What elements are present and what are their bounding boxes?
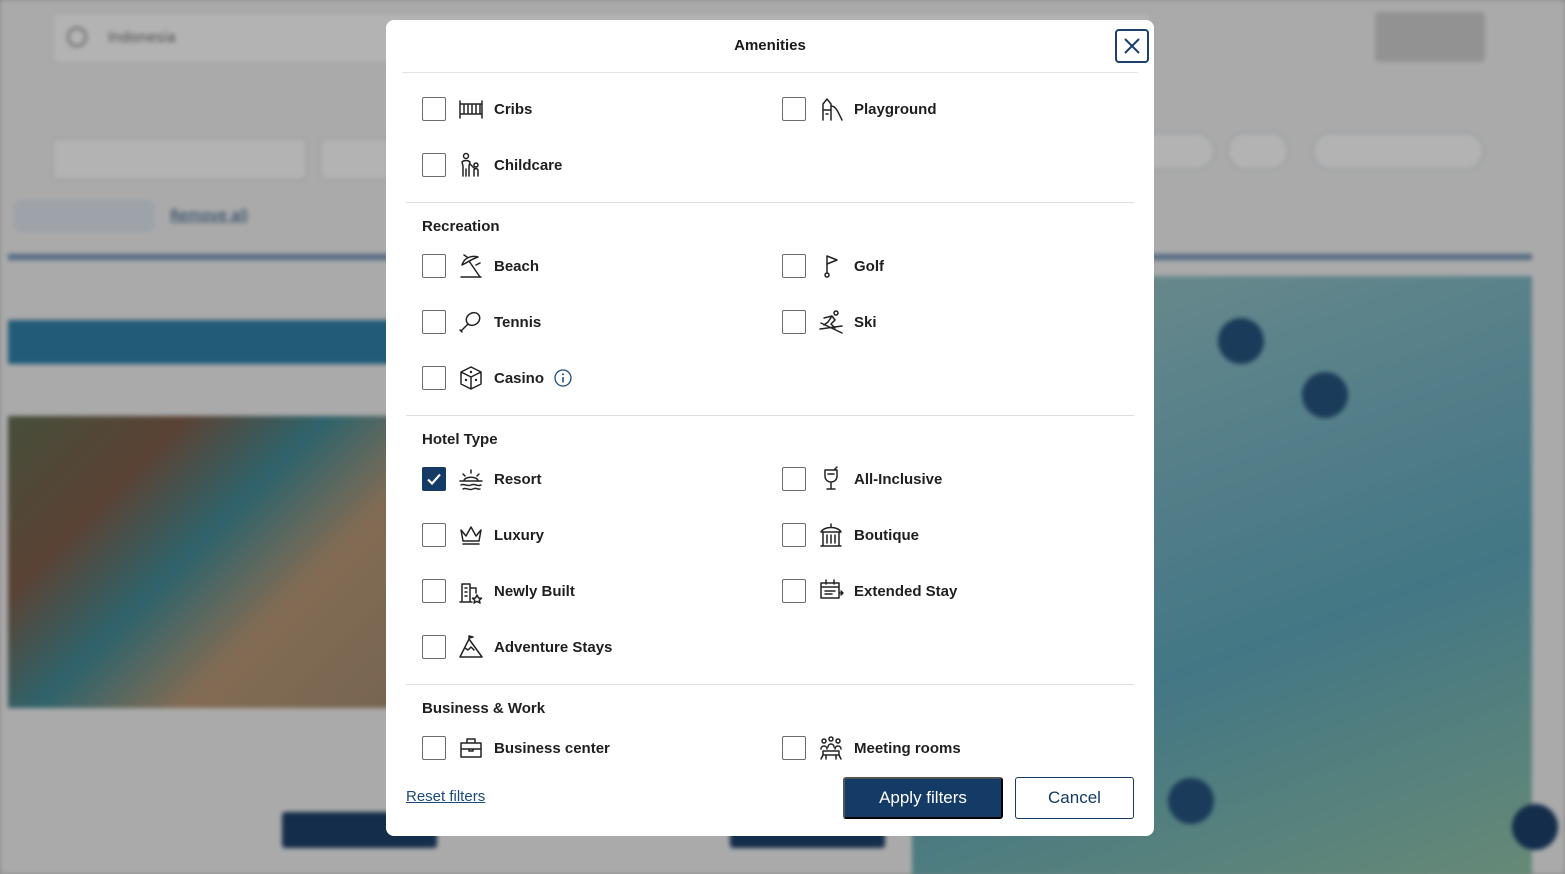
briefcase-icon xyxy=(457,734,485,762)
crown-icon xyxy=(457,521,485,549)
boutique-building-icon xyxy=(817,521,845,549)
section-divider xyxy=(406,684,1134,685)
amenity-boutique[interactable]: Boutique xyxy=(782,521,919,549)
apply-filters-button[interactable]: Apply filters xyxy=(843,777,1003,819)
amenity-label: Tennis xyxy=(494,313,542,331)
checkbox-beach[interactable] xyxy=(422,254,446,278)
amenity-label: Extended Stay xyxy=(854,582,958,600)
checkbox-adventure-stays[interactable] xyxy=(422,635,446,659)
meeting-people-icon xyxy=(817,734,845,762)
checkbox-meeting-rooms[interactable] xyxy=(782,736,806,760)
calendar-icon xyxy=(817,577,845,605)
playground-icon xyxy=(817,95,845,123)
amenities-dialog: Amenities Cribs Playground Childcare Rec… xyxy=(386,20,1154,836)
golf-flag-icon xyxy=(817,252,845,280)
amenity-label: Adventure Stays xyxy=(494,638,613,656)
dice-icon xyxy=(457,364,485,392)
amenity-beach[interactable]: Beach xyxy=(422,252,539,280)
amenity-resort[interactable]: Resort xyxy=(422,465,542,493)
info-icon[interactable] xyxy=(554,369,572,387)
amenity-meeting-rooms[interactable]: Meeting rooms xyxy=(782,734,961,762)
skier-icon xyxy=(817,308,845,336)
amenity-playground[interactable]: Playground xyxy=(782,95,937,123)
amenity-cribs[interactable]: Cribs xyxy=(422,95,532,123)
amenity-extended-stay[interactable]: Extended Stay xyxy=(782,577,957,605)
section-title-recreation: Recreation xyxy=(422,218,500,235)
section-title-hotel-type: Hotel Type xyxy=(422,431,498,448)
amenity-label: Casino xyxy=(494,369,545,387)
close-icon xyxy=(1124,38,1140,54)
amenity-label: Newly Built xyxy=(494,582,575,600)
amenity-label: Cribs xyxy=(494,100,533,118)
checkmark-icon xyxy=(427,473,441,486)
amenity-ski[interactable]: Ski xyxy=(782,308,877,336)
checkbox-all-inclusive[interactable] xyxy=(782,467,806,491)
checkbox-playground[interactable] xyxy=(782,97,806,121)
new-building-icon xyxy=(457,577,485,605)
amenities-list[interactable]: Cribs Playground Childcare Recreation Be… xyxy=(386,73,1154,763)
amenity-label: Luxury xyxy=(494,526,545,544)
crib-icon xyxy=(457,95,485,123)
amenity-label: All-Inclusive xyxy=(854,470,943,488)
checkbox-golf[interactable] xyxy=(782,254,806,278)
checkbox-tennis[interactable] xyxy=(422,310,446,334)
amenity-business-center[interactable]: Business center xyxy=(422,734,610,762)
close-button[interactable] xyxy=(1115,29,1149,63)
amenity-label: Golf xyxy=(854,257,884,275)
amenity-label: Resort xyxy=(494,470,542,488)
sunset-icon xyxy=(457,465,485,493)
checkbox-newly-built[interactable] xyxy=(422,579,446,603)
amenity-casino[interactable]: Casino xyxy=(422,364,572,392)
reset-filters-link[interactable]: Reset filters xyxy=(406,788,485,805)
checkbox-cribs[interactable] xyxy=(422,97,446,121)
amenity-luxury[interactable]: Luxury xyxy=(422,521,544,549)
checkbox-business-center[interactable] xyxy=(422,736,446,760)
checkbox-ski[interactable] xyxy=(782,310,806,334)
amenity-label: Meeting rooms xyxy=(854,739,961,757)
section-title-business: Business & Work xyxy=(422,700,546,717)
cancel-button[interactable]: Cancel xyxy=(1015,777,1134,819)
checkbox-casino[interactable] xyxy=(422,366,446,390)
amenity-golf[interactable]: Golf xyxy=(782,252,884,280)
checkbox-childcare[interactable] xyxy=(422,153,446,177)
amenity-label: Childcare xyxy=(494,156,563,174)
mountain-icon xyxy=(457,633,485,661)
amenity-label: Business center xyxy=(494,739,610,757)
checkbox-luxury[interactable] xyxy=(422,523,446,547)
amenity-all-inclusive[interactable]: All-Inclusive xyxy=(782,465,942,493)
section-divider xyxy=(406,415,1134,416)
tennis-racket-icon xyxy=(457,308,485,336)
amenity-adventure-stays[interactable]: Adventure Stays xyxy=(422,633,612,661)
dialog-title: Amenities xyxy=(734,37,806,54)
cocktail-icon xyxy=(817,465,845,493)
checkbox-boutique[interactable] xyxy=(782,523,806,547)
amenity-tennis[interactable]: Tennis xyxy=(422,308,541,336)
childcare-icon xyxy=(457,151,485,179)
amenity-newly-built[interactable]: Newly Built xyxy=(422,577,575,605)
amenity-childcare[interactable]: Childcare xyxy=(422,151,562,179)
amenity-label: Beach xyxy=(494,257,540,275)
amenity-label: Playground xyxy=(854,100,937,118)
checkbox-resort[interactable] xyxy=(422,467,446,491)
amenity-label: Ski xyxy=(854,313,877,331)
section-divider xyxy=(406,202,1134,203)
amenity-label: Boutique xyxy=(854,526,919,544)
checkbox-extended-stay[interactable] xyxy=(782,579,806,603)
beach-umbrella-icon xyxy=(457,252,485,280)
